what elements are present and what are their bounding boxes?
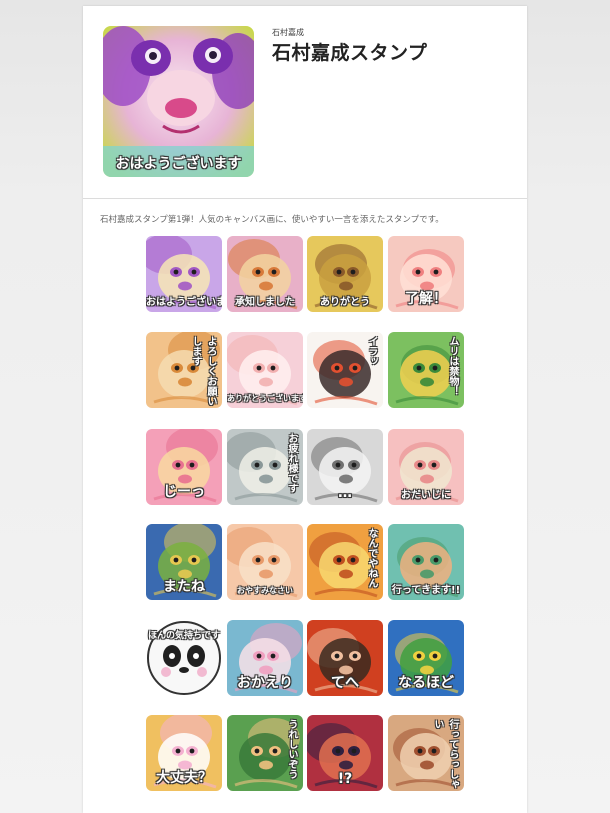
sticker-header: おはようございます 石村嘉成 石村嘉成スタンプ [83,6,527,199]
sticker-caption: またね [163,579,205,595]
sticker-eagle[interactable]: イラッ [307,332,383,408]
sticker-caption: 行ってきます!! [391,585,461,596]
sticker-red-panda[interactable]: てへ [307,620,383,696]
sticker-caption: ほんの気持ちです [147,631,220,641]
sticker-caption: 大丈夫？ [156,770,212,786]
sticker-rabbit[interactable]: おかえり [227,620,303,696]
sticker-camel[interactable]: よろしくお願いします [146,332,222,408]
sticker-caption: てへ [331,675,359,691]
sticker-caption: ムリは禁物！ [447,336,458,396]
sticker-panda[interactable]: おはようございます [146,236,222,312]
sticker-chameleon[interactable]: 行ってきます!! [388,524,464,600]
main-sticker-caption: おはようございます [115,156,242,172]
sticker-caption: なんでやねん [366,528,377,588]
sticker-caption: うれしいぞう [286,719,297,779]
sticker-tiger[interactable]: なんでやねん [307,524,383,600]
sticker-crocodile[interactable]: うれしいぞう [227,715,303,791]
sticker-ram[interactable]: 承知しました [227,236,303,312]
sticker-caption: おだいじに [401,490,451,501]
sticker-axolotl[interactable]: 了解！ [388,236,464,312]
sticker-caption: なるほど [398,675,454,691]
sticker-description: 石村嘉成スタンプ第1弾！人気のキャンバス画に、使いやすい一言を添えたスタンプです… [100,215,444,225]
sticker-page: おはようございます 石村嘉成 石村嘉成スタンプ 石村嘉成スタンプ第1弾！人気のキ… [83,6,527,813]
sticker-caption: よろしくお願いします [190,336,216,406]
sticker-hamster[interactable]: 大丈夫？ [146,715,222,791]
sticker-caption: … [338,485,352,501]
page-title: 石村嘉成スタンプ [272,42,428,64]
sticker-leopard[interactable]: じーっ [146,429,222,505]
sticker-macaw[interactable]: なるほど [388,620,464,696]
sticker-turtle[interactable]: またね [146,524,222,600]
sticker-caption: おかえり [237,675,293,691]
sticker-caption: ありがとうございます [227,394,303,403]
sticker-vulture[interactable]: !? [307,715,383,791]
sticker-caption: おはようございます [146,297,222,308]
sticker-caption: 行ってらっしゃい [432,719,458,789]
sticker-caption: おやすみなさい [237,586,293,595]
sticker-bear[interactable]: ありがとうございます [227,332,303,408]
sticker-cat[interactable]: おやすみなさい [227,524,303,600]
sticker-white-tiger[interactable]: … [307,429,383,505]
sticker-owl[interactable]: 行ってらっしゃい [388,715,464,791]
sticker-caption: イラッ [366,336,377,366]
sticker-caption: 承知しました [235,297,295,308]
sticker-caption: じーっ [163,484,205,500]
sticker-caption: ありがとう [320,297,370,308]
sticker-panda-face[interactable]: ほんの気持ちです [146,620,222,696]
main-sticker-image[interactable]: おはようございます [103,26,254,177]
sticker-caption: 了解！ [405,291,447,307]
sticker-lion[interactable]: お疲れ様です [227,429,303,505]
author-name[interactable]: 石村嘉成 [272,27,304,38]
sticker-shoebill[interactable]: ムリは禁物！ [388,332,464,408]
sticker-caption: お疲れ様です [286,433,297,493]
sticker-caption: !? [337,771,353,787]
sticker-sloth[interactable]: ありがとう [307,236,383,312]
sticker-pig[interactable]: おだいじに [388,429,464,505]
